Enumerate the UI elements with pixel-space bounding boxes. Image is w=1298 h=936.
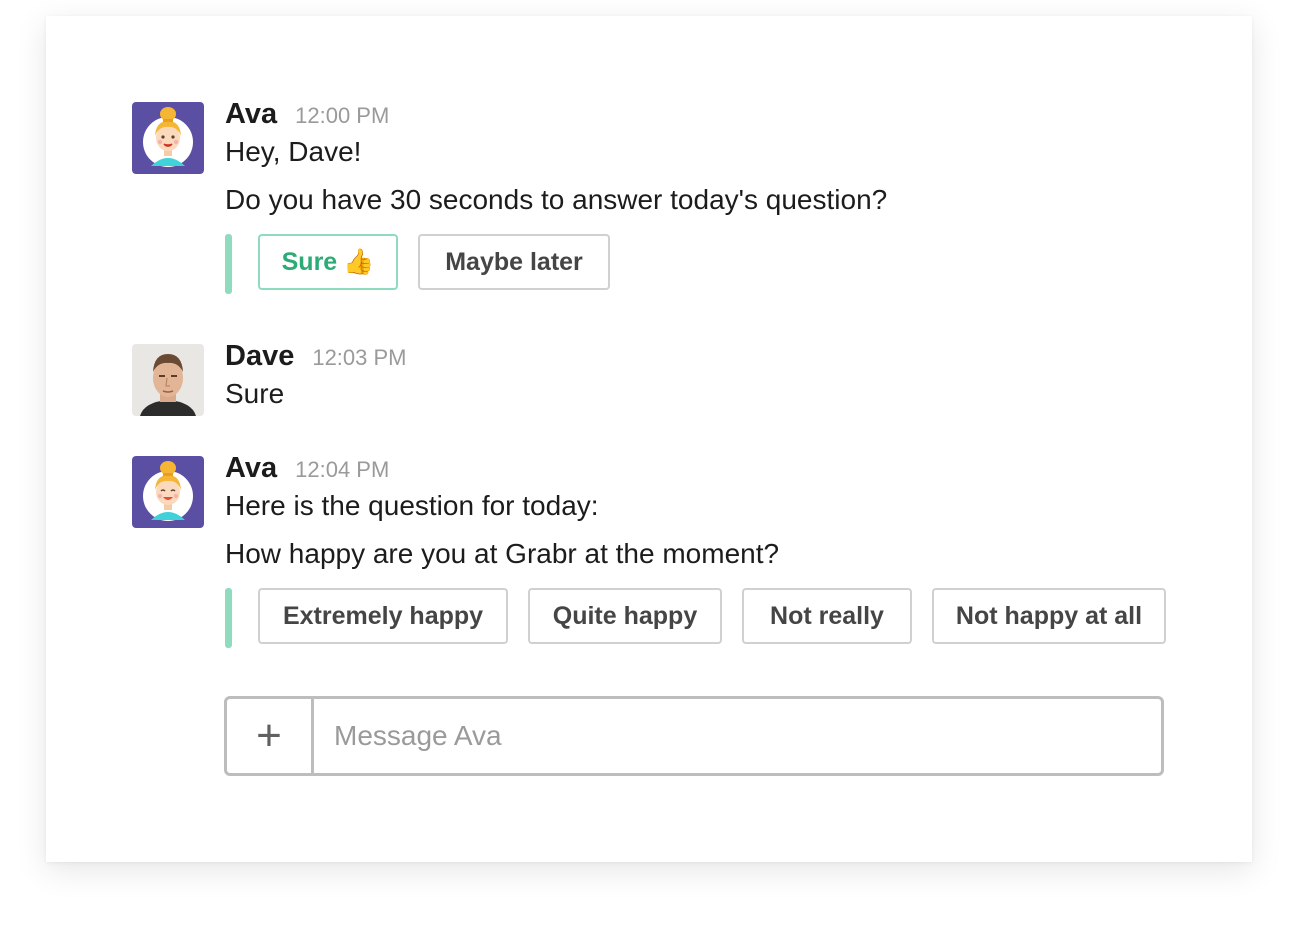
- timestamp[interactable]: 12:04 PM: [295, 457, 389, 483]
- author-name[interactable]: Ava: [225, 98, 277, 131]
- author-name[interactable]: Dave: [225, 340, 294, 373]
- action-group: Sure 👍 Maybe later: [225, 234, 887, 294]
- chat-panel: Ava 12:00 PM Hey, Dave! Do you have 30 s…: [46, 16, 1252, 862]
- action-group: Extremely happy Quite happy Not really N…: [225, 588, 1166, 648]
- maybe-later-button[interactable]: Maybe later: [418, 234, 610, 290]
- timestamp[interactable]: 12:00 PM: [295, 103, 389, 129]
- message-input[interactable]: [314, 699, 1161, 773]
- message-composer: +: [224, 696, 1164, 776]
- dave-avatar[interactable]: [132, 344, 204, 416]
- not-happy-at-all-button[interactable]: Not happy at all: [932, 588, 1166, 644]
- message-text: How happy are you at Grabr at the moment…: [225, 538, 780, 569]
- ava-avatar[interactable]: [132, 102, 204, 174]
- plus-icon: +: [256, 711, 282, 760]
- action-accent-bar: [225, 234, 232, 294]
- add-attachment-button[interactable]: +: [227, 699, 314, 773]
- timestamp[interactable]: 12:03 PM: [312, 345, 406, 371]
- message-text: Do you have 30 seconds to answer today's…: [225, 184, 888, 215]
- extremely-happy-button[interactable]: Extremely happy: [258, 588, 508, 644]
- quite-happy-button[interactable]: Quite happy: [528, 588, 722, 644]
- action-accent-bar: [225, 588, 232, 648]
- message-text: Sure: [225, 378, 285, 409]
- message-text: Here is the question for today:: [225, 490, 599, 521]
- thumbs-up-icon: 👍: [343, 247, 375, 276]
- ava-avatar[interactable]: [132, 456, 204, 528]
- button-label: Sure: [281, 247, 338, 276]
- author-name[interactable]: Ava: [225, 452, 277, 485]
- not-really-button[interactable]: Not really: [742, 588, 912, 644]
- message-text: Hey, Dave!: [225, 136, 362, 167]
- sure-button[interactable]: Sure 👍: [258, 234, 398, 290]
